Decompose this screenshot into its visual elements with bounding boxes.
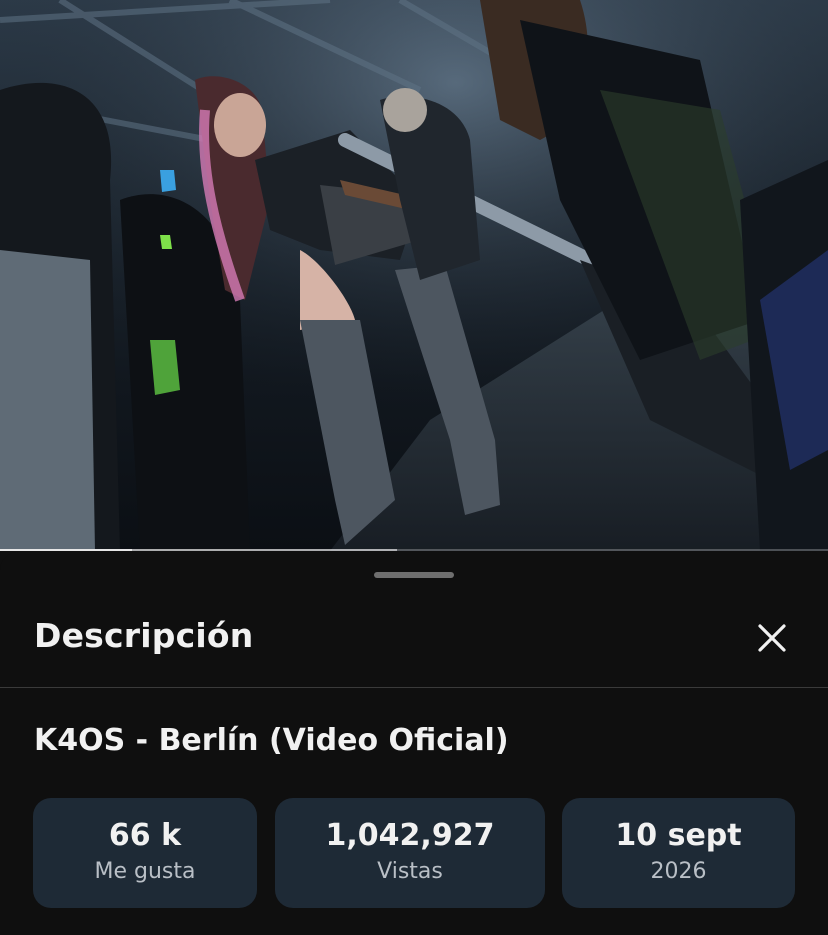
sheet-title: Descripción xyxy=(34,616,254,655)
publish-date: 10 sept xyxy=(615,818,742,853)
publish-year: 2026 xyxy=(650,859,707,884)
close-icon[interactable] xyxy=(752,618,792,658)
likes-count: 66 k xyxy=(108,818,182,853)
views-stat: 1,042,927 Vistas xyxy=(275,798,545,908)
date-stat: 10 sept 2026 xyxy=(562,798,795,908)
video-frame-image xyxy=(0,0,828,551)
video-player[interactable] xyxy=(0,0,828,551)
likes-label: Me gusta xyxy=(94,859,196,884)
video-progress-bar[interactable] xyxy=(0,549,828,551)
views-label: Vistas xyxy=(377,859,443,884)
description-sheet: Descripción K4OS - Berlín (Video Oficial… xyxy=(0,552,828,935)
divider xyxy=(0,687,828,688)
drag-handle[interactable] xyxy=(374,572,454,578)
likes-stat: 66 k Me gusta xyxy=(33,798,257,908)
views-count: 1,042,927 xyxy=(325,818,495,853)
video-title: K4OS - Berlín (Video Oficial) xyxy=(34,723,509,758)
video-progress-played xyxy=(0,549,133,551)
